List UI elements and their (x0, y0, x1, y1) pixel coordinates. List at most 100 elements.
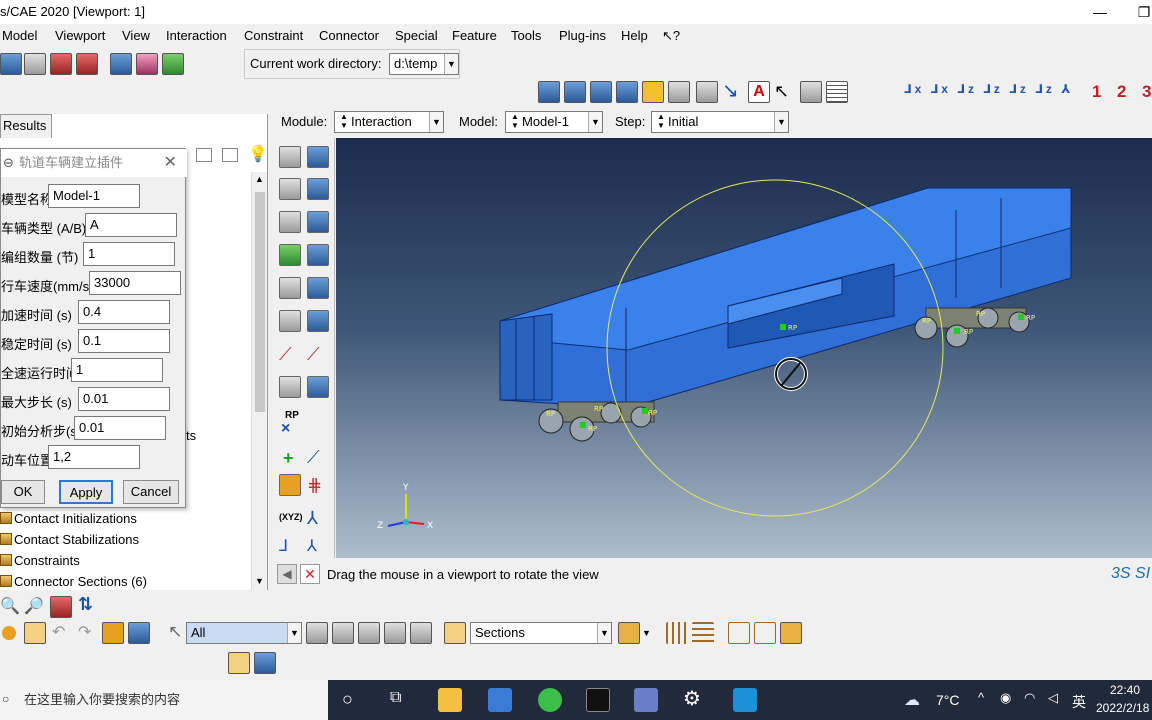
interaction-create-icon[interactable] (279, 146, 301, 168)
text-box-icon[interactable]: A (748, 81, 770, 103)
cwd-select[interactable]: d:\temp ▼ (389, 53, 459, 75)
viewport-link-icon[interactable] (642, 81, 664, 103)
interaction-manager-icon[interactable] (307, 146, 329, 168)
print-icon[interactable] (24, 53, 46, 75)
weather-temp[interactable]: 7°C (936, 692, 960, 708)
contact-stabilization-icon[interactable] (307, 244, 329, 266)
viewport-cascade-icon[interactable] (564, 81, 586, 103)
wireframe-icon[interactable] (728, 622, 750, 644)
datum-point-icon[interactable]: + (283, 448, 294, 469)
constraint-create-icon[interactable] (279, 277, 301, 299)
mesh-display-icon[interactable] (666, 622, 688, 644)
connector-assign-icon[interactable] (279, 376, 301, 398)
select-box-icon[interactable] (332, 622, 354, 644)
export-icon[interactable] (76, 53, 98, 75)
clock-time[interactable]: 22:40 (1110, 683, 1140, 697)
select-arrow-icon[interactable]: ↖ (168, 622, 182, 642)
step-select[interactable]: ▲ ▼ Initial ▼ (651, 111, 789, 133)
menu-special[interactable]: Special (395, 28, 438, 43)
csys-cyl-icon[interactable]: ⅄ (307, 536, 317, 556)
car-count-input[interactable]: 1 (83, 242, 175, 266)
shaded-icon[interactable] (780, 622, 802, 644)
menu-viewport[interactable]: Viewport (55, 28, 105, 43)
viewport-tile-v-icon[interactable] (616, 81, 638, 103)
file-explorer-icon[interactable] (438, 688, 462, 712)
color-code-select[interactable]: Sections ▼ (470, 622, 612, 644)
full-speed-time-input[interactable]: 1 (71, 358, 163, 382)
mesh-cube-icon[interactable] (110, 53, 132, 75)
model-name-input[interactable]: Model-1 (48, 184, 140, 208)
module-select[interactable]: ▲ ▼ Interaction ▼ (334, 111, 444, 133)
cortana-icon[interactable]: ○ (342, 689, 353, 710)
model-tree-icon[interactable] (128, 622, 150, 644)
abaqus-icon[interactable] (634, 688, 658, 712)
scroll-up-icon[interactable]: ▲ (255, 174, 264, 184)
scroll-down-icon[interactable]: ▼ (255, 576, 264, 586)
stable-time-input[interactable]: 0.1 (78, 329, 170, 353)
chevron-down-icon[interactable]: ▼ (642, 628, 651, 638)
chevron-up-icon[interactable]: ^ (978, 690, 984, 705)
browser-icon[interactable] (538, 688, 562, 712)
hidden-line-icon[interactable] (754, 622, 776, 644)
plugin-toolbar-icon[interactable] (228, 652, 250, 674)
datum-axis-icon[interactable]: ⟋ (307, 446, 329, 468)
menu-feature[interactable]: Feature (452, 28, 497, 43)
wifi-icon[interactable]: ◠ (1024, 690, 1035, 706)
pick-tool-icon[interactable] (24, 622, 46, 644)
tree-item-contact-stabilizations[interactable]: Contact Stabilizations (0, 532, 139, 547)
arrow-annotation-icon[interactable]: ↘ (722, 81, 744, 103)
viewport-single-icon[interactable] (538, 81, 560, 103)
cancel-button[interactable]: Cancel (123, 480, 179, 504)
max-step-input[interactable]: 0.01 (78, 387, 170, 411)
tab-results[interactable]: Results (0, 114, 52, 138)
close-icon[interactable]: ✕ (164, 149, 177, 177)
model-select[interactable]: ▲ ▼ Model-1 ▼ (505, 111, 603, 133)
select-polygon-icon[interactable] (384, 622, 406, 644)
color-code-icon[interactable] (2, 626, 16, 640)
wire-icon[interactable]: ⟋ (279, 343, 301, 365)
back-arrow-icon[interactable]: ◀ (277, 564, 297, 584)
initial-step-input[interactable]: 0.01 (74, 416, 166, 440)
shaded-cube-icon[interactable] (136, 53, 158, 75)
scrollbar-thumb[interactable] (255, 192, 265, 412)
menu-constraint[interactable]: Constraint (244, 28, 303, 43)
menu-view[interactable]: View (122, 28, 150, 43)
terminal-icon[interactable] (586, 688, 610, 712)
tree-scrollbar[interactable]: ▲ ▼ (251, 172, 267, 590)
import-icon[interactable] (50, 53, 72, 75)
settings-gear-icon[interactable]: ⚙ (683, 686, 701, 711)
interaction-property-icon[interactable] (279, 178, 301, 200)
wire-edit-icon[interactable]: ⟋ (307, 343, 329, 365)
color-palette-icon[interactable] (444, 622, 466, 644)
restore-button[interactable]: ❐ (1124, 2, 1152, 22)
datum-plane-icon[interactable] (279, 474, 301, 496)
auto-fit-icon[interactable] (50, 596, 72, 618)
tree-expand-icon[interactable] (196, 148, 212, 162)
cycle-views-icon[interactable]: ⇅ (78, 594, 93, 615)
qq-icon[interactable]: ◉ (1000, 690, 1011, 706)
accel-time-input[interactable]: 0.4 (78, 300, 170, 324)
select-region-icon[interactable] (358, 622, 380, 644)
contact-control-icon[interactable] (279, 211, 301, 233)
save-icon[interactable] (0, 53, 22, 75)
motor-position-input[interactable]: 1,2 (48, 445, 140, 469)
control-manager-icon[interactable] (307, 211, 329, 233)
tree-filter-icon[interactable] (222, 148, 238, 162)
render-cube-icon[interactable] (162, 53, 184, 75)
taskbar-search[interactable]: 在这里输入你要搜索的内容 (0, 680, 328, 720)
menu-interaction[interactable]: Interaction (166, 28, 227, 43)
video-app-icon[interactable] (733, 688, 757, 712)
ime-indicator[interactable]: 英 (1072, 692, 1086, 712)
property-manager-icon[interactable] (307, 178, 329, 200)
cancel-procedure-icon[interactable]: ✕ (300, 564, 320, 584)
connector-section-icon[interactable] (279, 310, 301, 332)
tree-item-contact-initializations[interactable]: Contact Initializations (0, 511, 137, 526)
render-style-icon[interactable] (618, 622, 640, 644)
selection-options-icon[interactable] (306, 622, 328, 644)
csys-rect-icon[interactable]: ⅃ (279, 536, 288, 556)
list-icon[interactable] (826, 81, 848, 103)
speed-input[interactable]: 33000 (89, 271, 181, 295)
menu-tools[interactable]: Tools (511, 28, 541, 43)
menu-plugins[interactable]: Plug-ins (559, 28, 606, 43)
selection-filter-select[interactable]: All ▼ (186, 622, 302, 644)
